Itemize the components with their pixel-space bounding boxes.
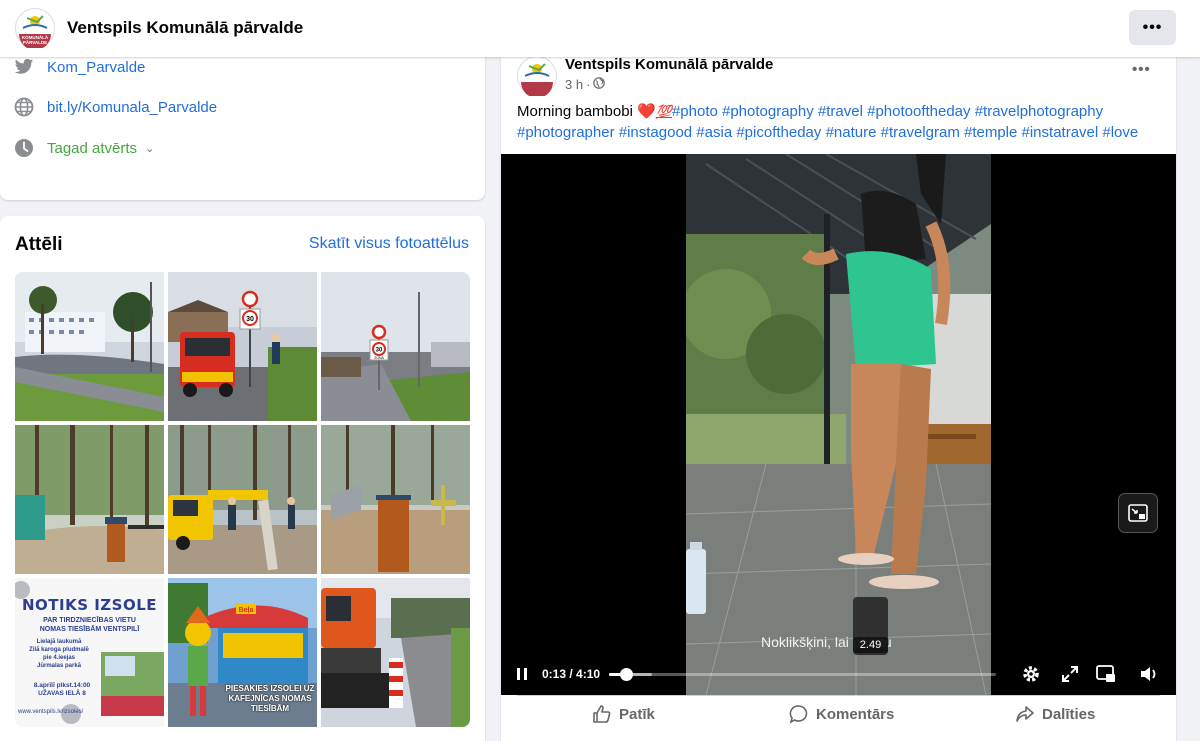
cafe-poster-text: PIESAKIES IZSOLEI UZ KAFEJNĪCAS NOMAS TI…	[225, 684, 315, 713]
post-time[interactable]: 3 h	[565, 77, 583, 92]
seek-preview-time: 2.49	[853, 637, 888, 653]
photo-grid: 30 30 ZONA NOTIKS IZSOLE PAR TIRDZNIECĪB…	[15, 272, 470, 727]
poster-date: 8.aprīlī plkst.14:00 UŽAVAS IELĀ 8	[33, 682, 91, 697]
pause-icon[interactable]	[515, 666, 529, 687]
photo-tile-truck-sign[interactable]: 30	[168, 272, 317, 421]
fullscreen-icon[interactable]	[1059, 663, 1081, 685]
page-title[interactable]: Ventspils Komunālā pārvalde	[67, 18, 303, 38]
video-progress-knob[interactable]	[620, 668, 634, 681]
miniplayer-icon[interactable]	[1095, 663, 1117, 685]
svg-text:PĀRVALDE: PĀRVALDE	[23, 39, 47, 45]
post-text-plain: Morning bambobi	[517, 103, 638, 120]
post-card: Ventspils Komunālā pārvalde 3 h · ••• Mo…	[501, 40, 1176, 741]
share-label: Dalīties	[1042, 705, 1096, 723]
header-more-button[interactable]: •••	[1129, 10, 1176, 45]
video-player[interactable]: Noklikšķini, lai pārstu 2.49 0:13 / 4:10	[501, 154, 1176, 695]
photo-tile-excavator[interactable]	[321, 578, 470, 727]
comment-bubble-icon	[789, 705, 808, 724]
poster-subtitle: PAR TIRDZNIECĪBAS VIETU NOMAS TIESĪBĀM V…	[39, 617, 140, 633]
post-author[interactable]: Ventspils Komunālā pārvalde	[565, 56, 773, 73]
volume-icon[interactable]	[1138, 663, 1160, 685]
globe-icon	[593, 77, 606, 92]
road-sign-zone-text: ZONA	[374, 356, 384, 360]
twitter-row: Kom_Parvalde	[14, 57, 145, 77]
share-button[interactable]: Dalīties	[1015, 704, 1095, 724]
photos-heading: Attēli	[15, 234, 63, 255]
video-time: 0:13 / 4:10	[542, 667, 601, 681]
photo-tile-playground[interactable]	[321, 425, 470, 574]
photo-tile-park-bin[interactable]	[15, 425, 164, 574]
website-link[interactable]: bit.ly/Komunala_Parvalde	[47, 99, 217, 116]
video-progress-track[interactable]	[609, 668, 996, 681]
photo-tile-cafe[interactable]: Beļa PIESAKIES IZSOLEI UZ KAFEJNĪCAS NOM…	[168, 578, 317, 727]
poster-title: NOTIKS IZSOLE	[21, 596, 158, 614]
cafe-sign-text: Beļa	[239, 607, 254, 614]
page-logo[interactable]: KOMUNĀLĀ PĀRVALDE	[15, 8, 55, 50]
video-controls: 0:13 / 4:10	[501, 654, 1176, 695]
speed-sign-text: 30	[246, 316, 254, 323]
website-row: bit.ly/Komunala_Parvalde	[14, 97, 217, 117]
picture-in-picture-button[interactable]	[1118, 493, 1158, 533]
photo-tile-building[interactable]	[15, 272, 164, 421]
chevron-down-icon[interactable]: ⌄	[145, 142, 154, 155]
poster-url: www.ventspils.lv/izsoles/	[18, 709, 84, 715]
comment-label: Komentārs	[816, 705, 895, 723]
open-status[interactable]: Tagad atvērts	[47, 140, 137, 157]
hours-row[interactable]: Tagad atvērts ⌄	[14, 138, 154, 158]
page-header: KOMUNĀLĀ PĀRVALDE Ventspils Komunālā pār…	[0, 0, 1200, 57]
thumbs-up-icon	[593, 705, 611, 723]
poster-details: Lielajā laukumā Zilā karoga pludmalē pie…	[29, 639, 89, 669]
see-all-photos-link[interactable]: Skatīt visus fotoattēlus	[309, 235, 469, 253]
intro-card: Kom_Parvalde bit.ly/Komunala_Parvalde Ta…	[0, 40, 485, 200]
twitter-icon	[14, 57, 34, 77]
settings-gear-icon[interactable]	[1020, 663, 1042, 685]
post-actions: Patīk Komentārs Dalīties	[517, 695, 1160, 735]
twitter-link[interactable]: Kom_Parvalde	[47, 59, 145, 76]
like-button[interactable]: Patīk	[592, 704, 655, 724]
photo-tile-auction-poster[interactable]: NOTIKS IZSOLE PAR TIRDZNIECĪBAS VIETU NO…	[15, 578, 164, 727]
photos-card: Attēli Skatīt visus fotoattēlus 30 30 ZO…	[0, 216, 485, 741]
post-avatar[interactable]	[517, 56, 557, 98]
video-frame	[686, 154, 991, 695]
photo-tile-road-sign[interactable]: 30 ZONA	[321, 272, 470, 421]
comment-button[interactable]: Komentārs	[789, 704, 894, 724]
post-more-button[interactable]: •••	[1132, 61, 1151, 78]
road-sign-speed-text: 30	[376, 348, 383, 354]
share-arrow-icon	[1016, 706, 1034, 722]
photo-tile-yellow-truck[interactable]	[168, 425, 317, 574]
like-label: Patīk	[619, 705, 655, 723]
post-text: Morning bambobi ❤️💯#photo #photography #…	[517, 101, 1162, 143]
globe-icon	[14, 97, 34, 117]
clock-icon	[14, 138, 34, 158]
hundred-emoji: 💯	[655, 104, 672, 119]
heart-emoji: ❤️	[637, 103, 656, 120]
post-meta: 3 h ·	[565, 77, 606, 92]
